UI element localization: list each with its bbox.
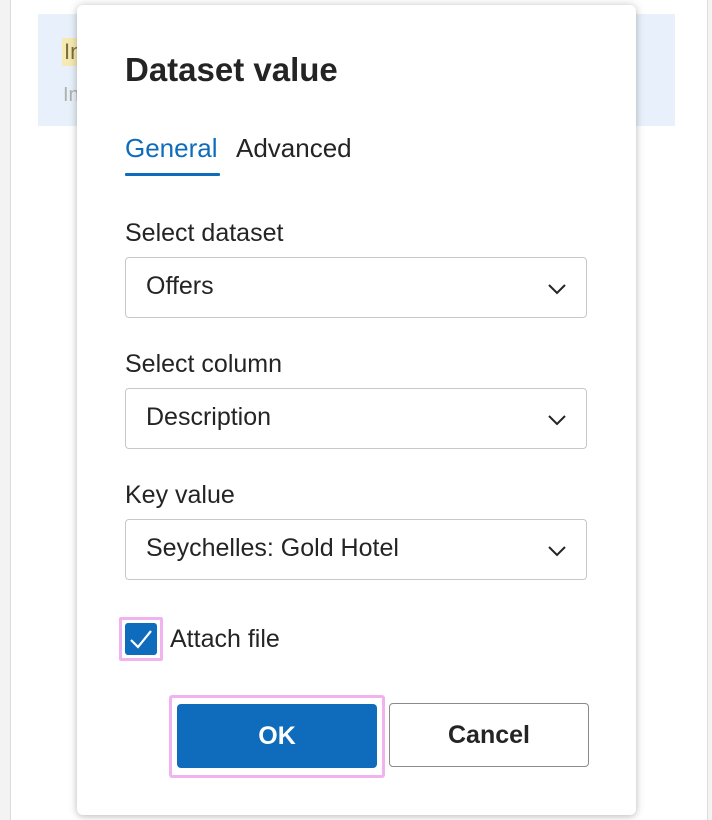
attach-file-checkbox[interactable]	[125, 623, 157, 655]
chevron-down-icon	[548, 546, 566, 557]
select-column-dropdown[interactable]: Description	[125, 388, 587, 449]
attach-file-label[interactable]: Attach file	[170, 625, 280, 654]
ok-button-highlight: OK	[169, 695, 385, 778]
ok-button[interactable]: OK	[177, 704, 377, 768]
dataset-value-dialog: Dataset value General Advanced Select da…	[77, 5, 636, 815]
chevron-down-icon	[548, 284, 566, 295]
key-value-label: Key value	[125, 481, 235, 509]
cancel-button[interactable]: Cancel	[389, 703, 589, 767]
checkmark-icon	[130, 630, 152, 649]
tab-advanced[interactable]: Advanced	[236, 131, 352, 165]
key-value-dropdown[interactable]: Seychelles: Gold Hotel	[125, 519, 587, 580]
key-value-value: Seychelles: Gold Hotel	[146, 534, 399, 562]
attach-file-checkbox-highlight	[119, 617, 163, 661]
select-dataset-value: Offers	[146, 272, 214, 300]
select-column-value: Description	[146, 403, 272, 431]
select-dataset-dropdown[interactable]: Offers	[125, 257, 587, 318]
dialog-title: Dataset value	[125, 51, 338, 88]
background-card-subtitle: In	[63, 84, 77, 106]
tab-general[interactable]: General	[125, 131, 218, 165]
chevron-down-icon	[548, 415, 566, 426]
select-dataset-label: Select dataset	[125, 219, 284, 247]
select-column-label: Select column	[125, 350, 283, 378]
active-tab-indicator	[125, 173, 220, 176]
